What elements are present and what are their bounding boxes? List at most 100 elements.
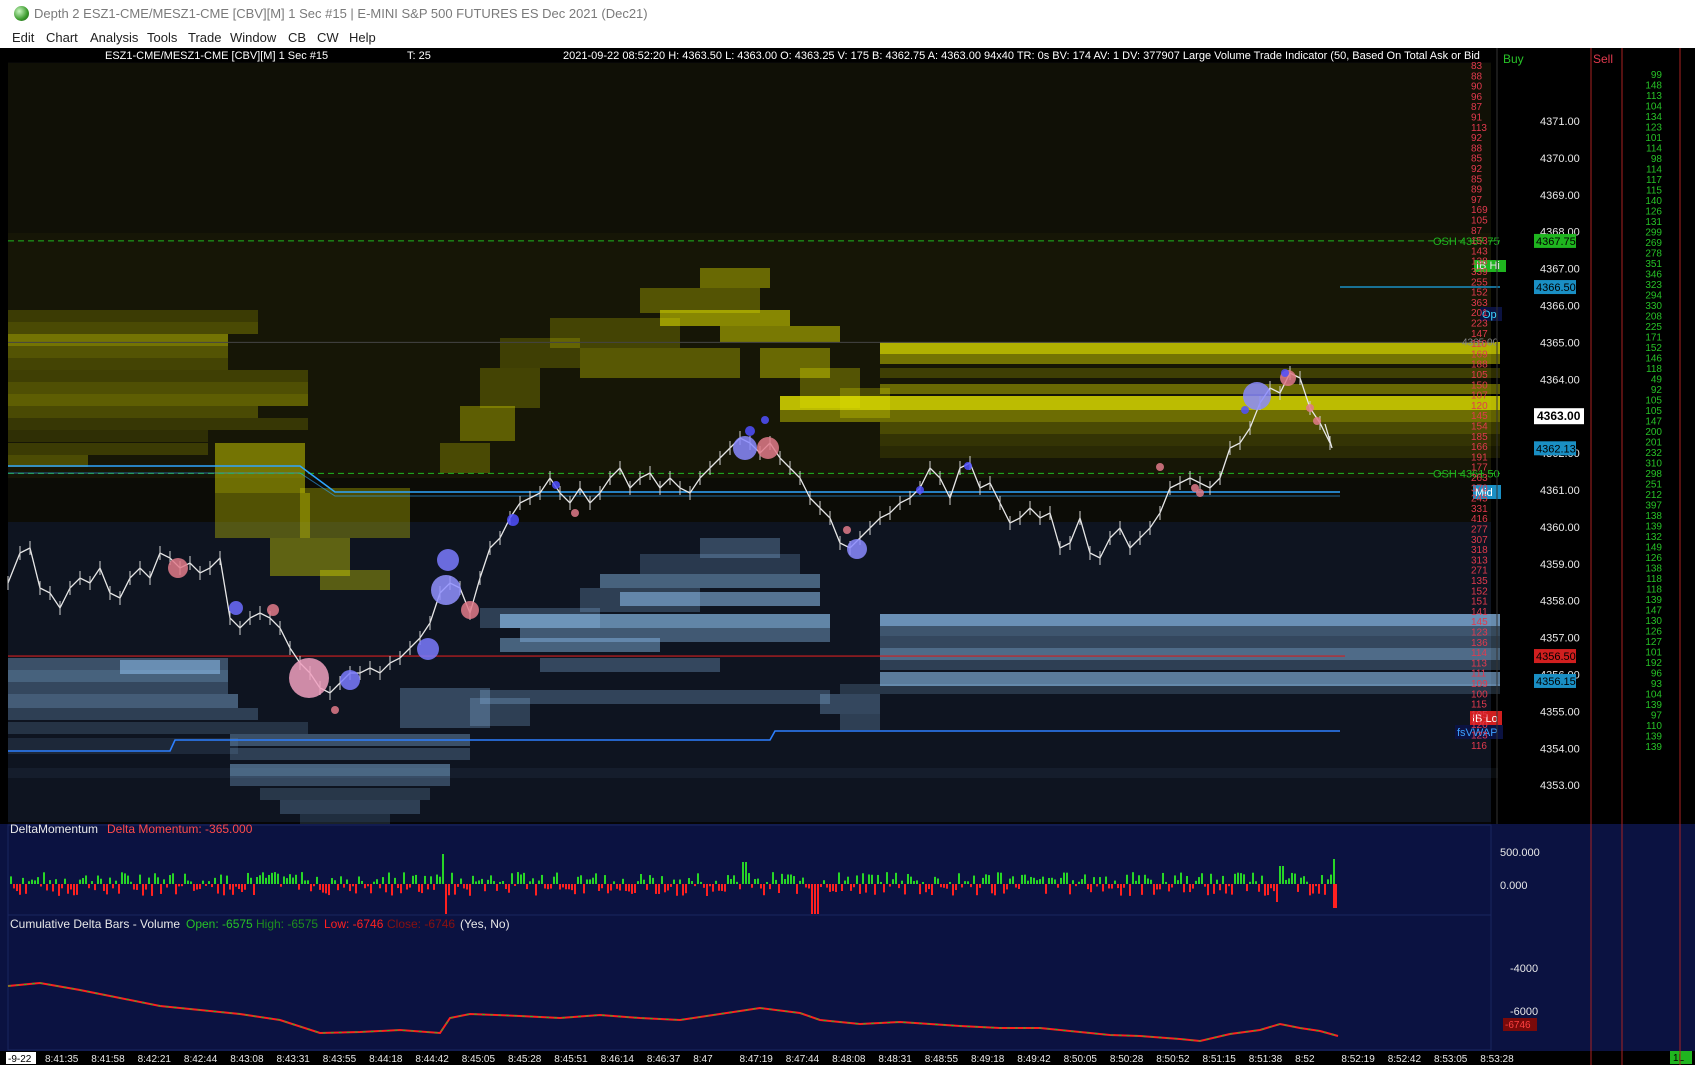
momentum-bar [55, 879, 57, 884]
momentum-bar [898, 884, 900, 889]
momentum-bar [868, 874, 870, 884]
heat-band [880, 368, 1500, 378]
momentum-bar [64, 878, 66, 884]
momentum-bar [391, 884, 393, 896]
momentum-bar [1231, 884, 1233, 895]
momentum-bar [1273, 884, 1275, 892]
momentum-bar [643, 879, 645, 884]
time-axis-label: 8:48:55 [925, 1054, 959, 1065]
momentum-bar [832, 884, 834, 892]
momentum-bar [460, 878, 462, 884]
momentum-bar [1057, 884, 1059, 888]
momentum-bar [826, 884, 828, 888]
ask-volume-cell: 192 [1645, 658, 1662, 669]
momentum-bar [1327, 879, 1329, 884]
momentum-bar [256, 877, 258, 884]
trade-bubble [461, 601, 479, 619]
chart-area[interactable]: OSH 4367.75 OSH 4361.50 4365.00 IB Hi Op Mid I… [0, 48, 1695, 1065]
momentum-bar [700, 881, 702, 884]
momentum-bar [694, 884, 696, 887]
momentum-bar [697, 873, 699, 884]
trade-bubble [168, 558, 188, 578]
momentum-bar [619, 884, 621, 891]
momentum-bar [877, 874, 879, 884]
menu-cw[interactable]: CW [317, 30, 339, 45]
momentum-bar [427, 884, 429, 890]
momentum-bar [985, 874, 987, 884]
momentum-bar [1150, 879, 1152, 884]
momentum-bar [91, 881, 93, 884]
heat-band [880, 446, 1500, 458]
menu-tools[interactable]: Tools [147, 30, 177, 45]
momentum-bar [31, 879, 33, 884]
menu-edit[interactable]: Edit [12, 30, 34, 45]
momentum-bar [1012, 876, 1014, 884]
momentum-bar [217, 884, 219, 894]
ask-volume-cell: 138 [1645, 564, 1662, 575]
momentum-bar [709, 884, 711, 887]
momentum-bar [1291, 872, 1293, 884]
time-axis-label: 8:41:35 [45, 1054, 79, 1065]
trade-bubble [847, 539, 867, 559]
momentum-bar [172, 873, 174, 884]
menu-window[interactable]: Window [230, 30, 276, 45]
momentum-bar [1099, 877, 1101, 884]
momentum-bar [835, 884, 837, 893]
osh-high-label: OSH 4367.75 [1433, 236, 1500, 248]
momentum-bar [589, 879, 591, 884]
ask-volume-cell: 118 [1646, 574, 1662, 585]
momentum-bar [772, 872, 774, 884]
momentum-bar [316, 876, 318, 884]
menu-cb[interactable]: CB [288, 30, 306, 45]
momentum-bar [916, 880, 918, 884]
momentum-bar [574, 884, 576, 895]
ask-volume-cell: 117 [1646, 175, 1662, 186]
heat-band [700, 538, 780, 558]
time-axis-label: 8:43:55 [323, 1054, 357, 1065]
momentum-bar [1117, 884, 1119, 889]
heat-band [880, 648, 1500, 660]
ask-volume-cell: 93 [1651, 679, 1663, 690]
momentum-bar [469, 884, 471, 896]
price-axis-label: 4366.00 [1540, 301, 1580, 313]
momentum-bar [661, 876, 663, 884]
chart-canvas[interactable]: OSH 4367.75OSH 4361.504365.00IB HiOpMidI… [0, 48, 1695, 1065]
momentum-bar [496, 884, 498, 891]
momentum-bar [937, 878, 939, 884]
momentum-bar [1258, 884, 1260, 892]
menu-analysis[interactable]: Analysis [90, 30, 138, 45]
heat-band [8, 708, 258, 720]
momentum-bar [109, 877, 111, 884]
ask-volume-cell: 171 [1645, 333, 1662, 344]
momentum-bar [1153, 884, 1155, 895]
momentum-bar [34, 880, 36, 884]
momentum-bar [319, 884, 321, 890]
momentum-bar [325, 884, 327, 894]
momentum-bar [1006, 884, 1008, 890]
momentum-bar [841, 884, 843, 892]
momentum-bar [1288, 878, 1290, 884]
momentum-bar [175, 884, 177, 895]
ask-volume-cell: 126 [1645, 553, 1662, 564]
time-axis-label: 8:51:38 [1249, 1054, 1283, 1065]
momentum-bar [106, 884, 108, 895]
momentum-bar [1084, 874, 1086, 884]
momentum-bar [577, 876, 579, 884]
menu-trade[interactable]: Trade [188, 30, 221, 45]
momentum-bar [70, 884, 72, 890]
menu-help[interactable]: Help [349, 30, 376, 45]
menu-chart[interactable]: Chart [46, 30, 78, 45]
time-axis-label: 8:46:37 [647, 1054, 681, 1065]
momentum-bar [373, 881, 375, 884]
momentum-bar [754, 879, 756, 884]
momentum-bar [997, 872, 999, 884]
time-axis-label: 8:48:31 [878, 1054, 912, 1065]
momentum-bar [1264, 884, 1266, 896]
time-axis-label: 8:52 [1295, 1054, 1315, 1065]
momentum-bar [1186, 875, 1188, 884]
momentum-bar [1234, 873, 1236, 884]
momentum-bar [1087, 884, 1089, 890]
momentum-bar [370, 884, 372, 894]
cd-axis-4000: -4000 [1510, 963, 1538, 975]
momentum-bar [97, 875, 99, 884]
